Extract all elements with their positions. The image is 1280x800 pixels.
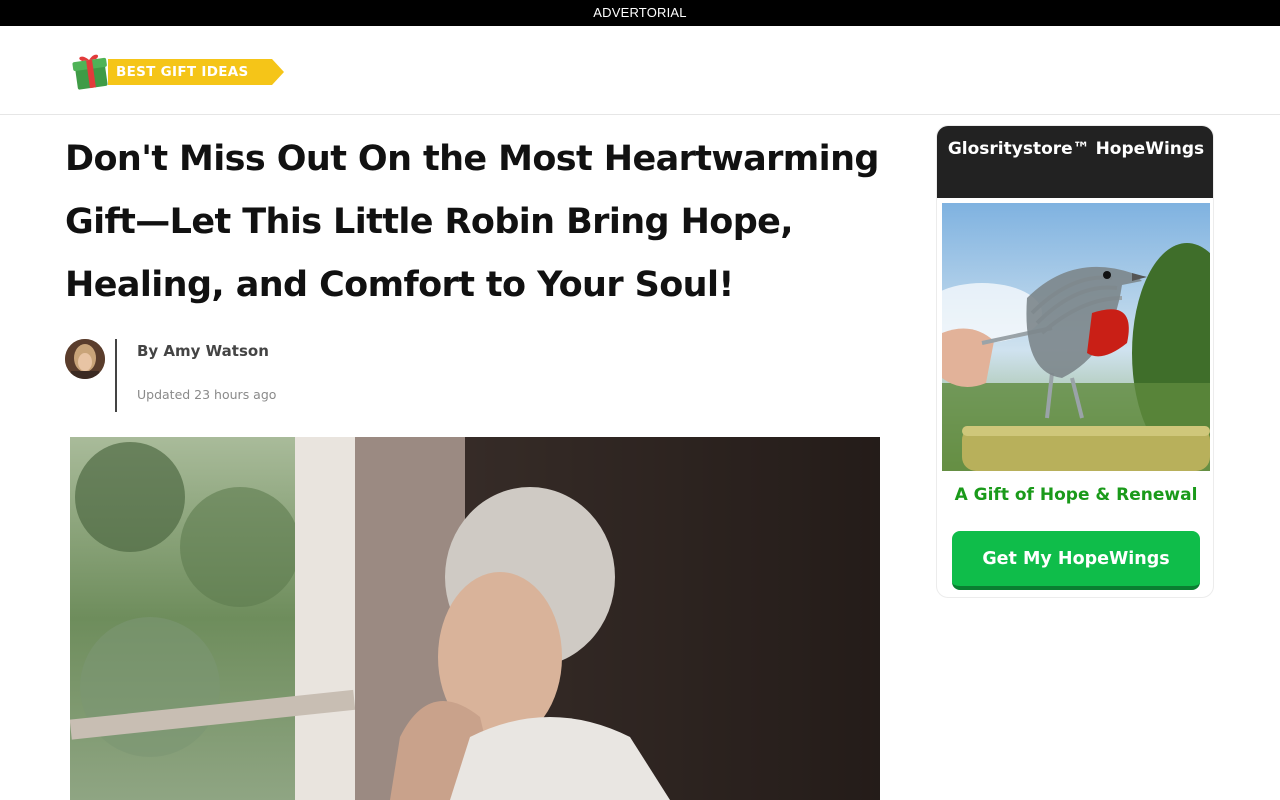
hero-image bbox=[70, 437, 880, 800]
updated-timestamp: Updated 23 hours ago bbox=[137, 387, 277, 402]
logo-text[interactable]: BEST GIFT IDEAS bbox=[116, 64, 249, 80]
author-name[interactable]: By Amy Watson bbox=[137, 342, 269, 360]
byline-divider bbox=[115, 339, 117, 412]
site-header: BEST GIFT IDEAS bbox=[0, 26, 1280, 115]
product-card-title: Glosritystore™ HopeWings bbox=[937, 126, 1213, 198]
product-tagline: A Gift of Hope & Renewal bbox=[954, 485, 1198, 505]
product-card: Glosritystore™ HopeWings A Gift of Hope … bbox=[936, 125, 1214, 598]
article-headline: Don't Miss Out On the Most Heartwarming … bbox=[65, 139, 879, 305]
product-image[interactable] bbox=[942, 203, 1210, 471]
get-hopewings-button[interactable]: Get My HopeWings bbox=[952, 531, 1200, 590]
advertorial-bar: ADVERTORIAL bbox=[0, 0, 1280, 26]
author-avatar bbox=[65, 339, 105, 379]
